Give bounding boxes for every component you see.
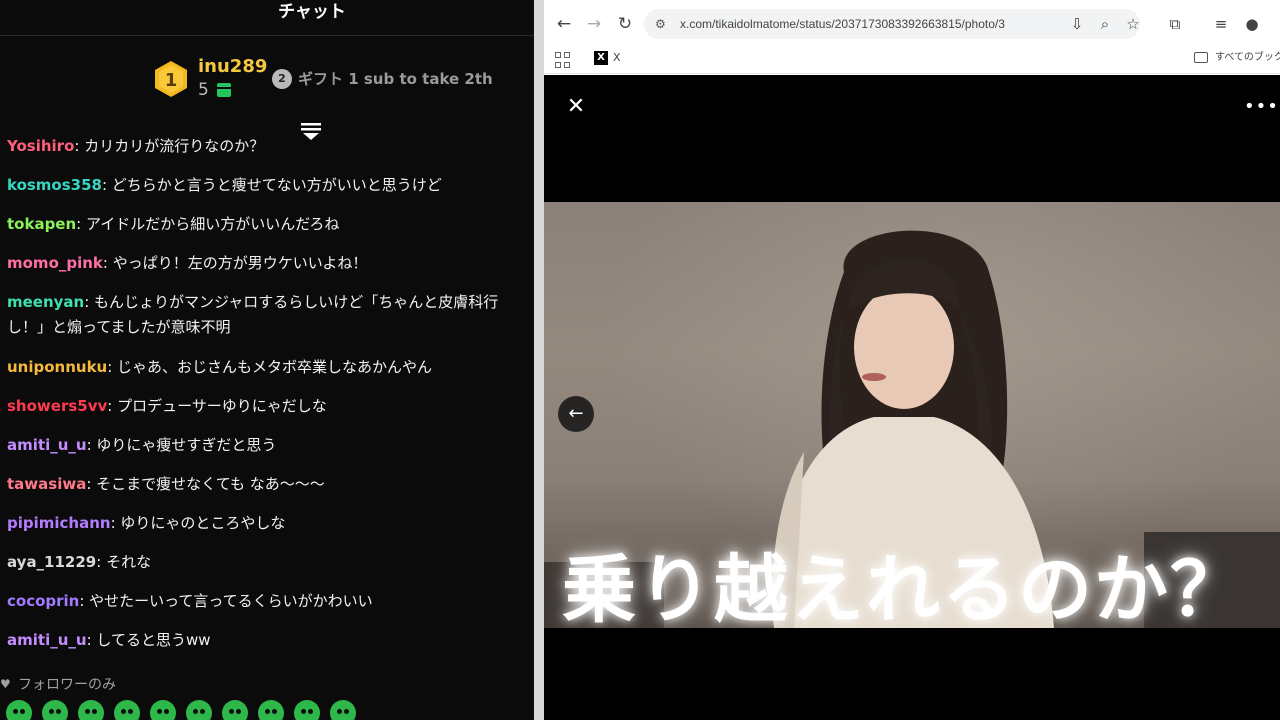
silver-rank-badge-icon: 2 [272,68,292,89]
chat-message: Yosihiro: カリカリが流行りなのか？ [7,134,534,159]
chat-username[interactable]: tawasiwa [7,475,86,493]
chat-message: aya_11229: それな [7,550,534,575]
media-controls-icon[interactable]: ≡ [1210,13,1232,35]
emote-icon[interactable] [330,700,356,720]
chat-message: pipimichann: ゆりにゃのところやしな [7,511,534,536]
x-logo-icon[interactable]: X [594,51,608,65]
second-gifter-slot: 2 ギフト 1 sub to take 2th [272,68,493,89]
chat-message: kosmos358: どちらかと言うと痩せてない方がいいと思うけど [7,173,534,198]
install-app-icon[interactable]: ⇩ [1066,13,1088,35]
chat-username[interactable]: amiti_u_u [7,631,87,649]
emote-icon[interactable] [186,700,212,720]
heart-icon: ♥ [0,677,11,691]
chat-username[interactable]: uniponnuku [7,358,107,376]
emote-icon[interactable] [114,700,140,720]
emote-icon[interactable] [258,700,284,720]
emote-bar [6,700,366,720]
reload-icon[interactable]: ↻ [614,13,636,35]
chat-message: amiti_u_u: してると思うww [7,628,534,653]
second-gifter-text: ギフト 1 sub to take 2th [298,70,493,88]
top-gifter-rank: 1 [165,70,178,91]
back-arrow-icon[interactable]: ← [553,13,575,35]
chat-message: amiti_u_u: ゆりにゃ痩せすぎだと思う [7,433,534,458]
chat-message: cocoprin: やせたーいって言ってるくらいがかわいい [7,589,534,614]
emote-icon[interactable] [222,700,248,720]
browser-toolbar: ← → ↻ ⚙ x.com/tikaidolmatome/status/2037… [544,0,1280,48]
emote-icon[interactable] [150,700,176,720]
top-gifter[interactable]: 1 inu289 5 [152,54,267,104]
chat-message-text: : それな [96,553,152,571]
forward-arrow-icon[interactable]: → [583,13,605,35]
chat-message-text: : やせたーいって言ってるくらいがかわいい [79,592,373,610]
chat-message: meenyan: もんじょりがマンジャロするらしいけど「ちゃんと皮膚科行 し！」… [7,290,534,342]
chat-username[interactable]: kosmos358 [7,176,102,194]
previous-photo-icon[interactable]: ← [558,396,594,432]
extensions-icon[interactable]: ⧉ [1164,13,1186,35]
chat-username[interactable]: Yosihiro [7,137,74,155]
top-gifter-name[interactable]: inu289 [198,56,267,78]
chat-message-text: : プロデューサーゆりにゃだしな [107,397,327,415]
chat-message-text: : じゃあ、おじさんもメタボ卒業しなあかんやん [107,358,433,376]
chat-title: チャット [278,2,346,22]
chat-message-text: : ゆりにゃのところやしな [110,514,286,532]
chat-message-text: : アイドルだから細い方がいいんだろね [76,215,340,233]
emote-icon[interactable] [78,700,104,720]
chat-message-text: : ゆりにゃ痩せすぎだと思う [86,436,277,454]
profile-avatar-icon[interactable]: ● [1241,13,1263,35]
all-bookmarks-link[interactable]: すべてのブックマ- [1215,49,1280,67]
chat-username[interactable]: cocoprin [7,592,79,610]
chat-message: momo_pink: やっぱり！左の方が男ウケいいよね！ [7,251,534,276]
chat-username[interactable]: tokapen [7,215,76,233]
chat-message: uniponnuku: じゃあ、おじさんもメタボ卒業しなあかんやん [7,355,534,380]
window-divider[interactable] [534,0,544,720]
photo-viewer: ✕ ••• 乗り越えれるのか？ ← [544,75,1280,720]
chat-username[interactable]: aya_11229 [7,553,96,571]
close-icon[interactable]: ✕ [564,95,588,119]
chat-message-text: : やっぱり！左の方が男ウケいいよね！ [102,254,368,272]
chat-message-text: : してると思うww [86,631,211,649]
zoom-icon[interactable]: ⌕ [1094,13,1116,35]
more-options-icon[interactable]: ••• [1244,95,1278,119]
followers-only-label: フォロワーのみ [18,677,116,693]
chat-message: tokapen: アイドルだから細い方がいいんだろね [7,212,534,237]
address-url[interactable]: x.com/tikaidolmatome/status/203717308339… [680,9,1005,39]
chat-username[interactable]: pipimichann [7,514,111,532]
chat-username[interactable]: showers5vv [7,397,107,415]
site-settings-icon[interactable]: ⚙ [655,16,671,32]
chat-username[interactable]: meenyan [7,293,84,311]
chat-message: tawasiwa: そこまで痩せなくても なあ〜〜〜 [7,472,534,497]
chat-username[interactable]: momo_pink [7,254,103,272]
chat-panel: チャット 1 inu289 5 2 ギフト 1 sub to take 2th [0,0,534,720]
apps-grid-icon[interactable] [555,52,571,68]
chat-message-text: : そこまで痩せなくても なあ〜〜〜 [86,475,325,493]
browser-window: ← → ↻ ⚙ x.com/tikaidolmatome/status/2037… [544,0,1280,720]
bookmarks-bar: X X すべてのブックマ- [544,48,1280,74]
emote-icon[interactable] [6,700,32,720]
top-gifter-count: 5 [198,80,209,100]
followers-only-indicator: ♥ フォロワーのみ [0,674,116,694]
folder-icon[interactable] [1194,52,1208,63]
emote-icon[interactable] [294,700,320,720]
photo-caption: 乗り越えれるのか？ [562,547,1246,628]
chat-message: showers5vv: プロデューサーゆりにゃだしな [7,394,534,419]
chat-message-text: : どちらかと言うと痩せてない方がいいと思うけど [101,176,442,194]
gift-icon [216,83,231,97]
photo: 乗り越えれるのか？ [544,202,1280,628]
chat-username[interactable]: amiti_u_u [7,436,87,454]
bookmark-star-icon[interactable]: ☆ [1122,13,1144,35]
chat-message-text: : カリカリが流行りなのか？ [74,137,265,155]
chat-header: チャット [0,0,534,36]
bookmark-x[interactable]: X [613,49,621,67]
gold-rank-badge-icon: 1 [152,60,190,98]
emote-icon[interactable] [42,700,68,720]
